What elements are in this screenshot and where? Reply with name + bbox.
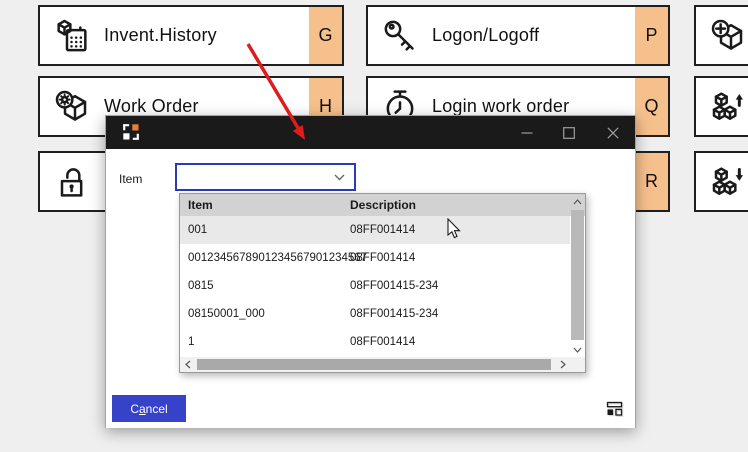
column-header-description: Description bbox=[350, 194, 416, 216]
cell-item: 0815 bbox=[188, 272, 214, 300]
cell-item: 1 bbox=[188, 328, 194, 356]
horizontal-scrollbar-thumb[interactable] bbox=[197, 359, 551, 370]
horizontal-scrollbar[interactable] bbox=[180, 357, 570, 372]
scrollbar-corner bbox=[570, 357, 585, 372]
layout-grid-icon[interactable] bbox=[604, 398, 626, 420]
padlock-open-icon bbox=[40, 162, 104, 202]
tile-label: Invent.History bbox=[104, 25, 309, 46]
cube-calendar-icon bbox=[40, 16, 104, 56]
dropdown-rows: 001 08FF001414 0012345678901234567901234… bbox=[180, 216, 570, 357]
cell-item: 001 bbox=[188, 216, 207, 244]
close-icon[interactable] bbox=[599, 116, 627, 149]
cell-item: 08150001_000 bbox=[188, 300, 265, 328]
tile-partial-right-2[interactable] bbox=[694, 76, 748, 137]
cell-description: 08FF001415-234 bbox=[350, 272, 438, 300]
app-logo-icon bbox=[122, 123, 140, 146]
tile-partial-right-1[interactable] bbox=[694, 5, 748, 66]
scroll-down-icon[interactable] bbox=[570, 342, 585, 357]
cube-gear-icon bbox=[40, 87, 104, 127]
dialog-titlebar[interactable] bbox=[106, 116, 635, 149]
minimize-icon[interactable] bbox=[513, 116, 541, 149]
item-combobox[interactable] bbox=[175, 163, 356, 191]
tile-label: Logon/Logoff bbox=[432, 25, 635, 46]
dropdown-row[interactable]: 08150001_000 08FF001415-234 bbox=[180, 300, 570, 328]
dropdown-header: Item Description bbox=[180, 194, 585, 216]
cell-description: 08FF001415-234 bbox=[350, 300, 438, 328]
tile-label: Login work order bbox=[432, 96, 635, 117]
scroll-up-icon[interactable] bbox=[570, 194, 585, 209]
dropdown-row[interactable]: 0815 08FF001415-234 bbox=[180, 272, 570, 300]
cancel-button[interactable]: Cancel bbox=[112, 395, 186, 422]
key-icon bbox=[368, 16, 432, 56]
tile-label: Work Order bbox=[104, 96, 309, 117]
column-header-item: Item bbox=[188, 194, 213, 216]
scroll-left-icon[interactable] bbox=[180, 357, 195, 372]
tile-shortcut-key: P bbox=[635, 7, 668, 64]
tile-invent-history[interactable]: Invent.History G bbox=[38, 5, 344, 66]
vertical-scrollbar[interactable] bbox=[570, 194, 585, 357]
cubes-arrow-up-icon bbox=[696, 87, 748, 127]
tile-shortcut-key: Q bbox=[635, 78, 668, 135]
vertical-scrollbar-thumb[interactable] bbox=[571, 210, 584, 340]
chevron-down-icon bbox=[334, 174, 345, 181]
cell-description: 08FF001414 bbox=[350, 244, 415, 272]
item-select-dialog: Item Item Description 001 08FF001414 001… bbox=[105, 115, 636, 428]
tile-shortcut-key: R bbox=[635, 153, 668, 210]
dropdown-row[interactable]: 0012345678901234567901234567 08FF001414 bbox=[180, 244, 570, 272]
tile-logon-logoff[interactable]: Logon/Logoff P bbox=[366, 5, 670, 66]
item-field-label: Item bbox=[119, 172, 142, 186]
scroll-right-icon[interactable] bbox=[555, 357, 570, 372]
maximize-icon[interactable] bbox=[555, 116, 583, 149]
tile-partial-right-3[interactable] bbox=[694, 151, 748, 212]
tile-shortcut-key: G bbox=[309, 7, 342, 64]
cell-description: 08FF001414 bbox=[350, 216, 415, 244]
cell-description: 08FF001414 bbox=[350, 328, 415, 356]
cell-item: 0012345678901234567901234567 bbox=[188, 244, 367, 272]
dropdown-row[interactable]: 001 08FF001414 bbox=[180, 216, 570, 244]
cubes-arrow-down-icon bbox=[696, 162, 748, 202]
dialog-body: Item Item Description 001 08FF001414 001… bbox=[106, 149, 635, 428]
item-dropdown-panel: Item Description 001 08FF001414 00123456… bbox=[179, 193, 586, 373]
dropdown-row[interactable]: 1 08FF001414 bbox=[180, 328, 570, 356]
cube-plus-icon bbox=[696, 16, 748, 56]
